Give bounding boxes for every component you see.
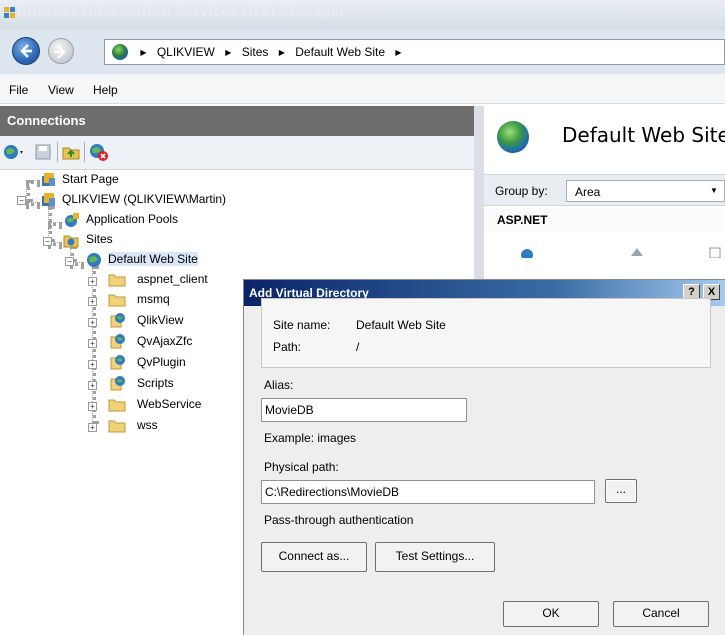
ok-button[interactable]: OK [503, 601, 599, 627]
section-label: ASP.NET [497, 213, 548, 227]
browse-button[interactable]: ... [605, 479, 637, 503]
tree-item-qvajaxzfc[interactable]: QvAjaxZfc [137, 334, 192, 348]
application-icon [110, 333, 126, 349]
page-title: Default Web Site [562, 123, 725, 147]
group-by-value: Area [575, 185, 601, 199]
menu-view[interactable]: View [48, 83, 74, 97]
save-icon[interactable] [34, 143, 52, 161]
tree-item-aspnet-client[interactable]: aspnet_client [137, 272, 208, 286]
tree-item-sites[interactable]: Sites [86, 232, 113, 246]
breadcrumb-arrow-icon[interactable]: ▶ [225, 48, 231, 57]
tree-connector [26, 180, 30, 202]
collapse-icon[interactable]: − [43, 237, 52, 246]
back-arrow-icon [20, 44, 32, 58]
path-label: Path: [273, 340, 302, 354]
auth-label: Pass-through authentication [264, 513, 414, 527]
folder-icon [108, 293, 126, 307]
tree-item-webservice[interactable]: WebService [137, 397, 201, 411]
start-page-icon [40, 172, 56, 188]
tree-item-scripts[interactable]: Scripts [137, 376, 174, 390]
collapse-icon[interactable]: − [65, 257, 74, 266]
breadcrumb-arrow-icon[interactable]: ▶ [279, 48, 285, 57]
tree-item-server[interactable]: QLIKVIEW (QLIKVIEW\Martin) [62, 192, 226, 206]
forward-button[interactable] [48, 38, 74, 64]
feature-icon[interactable] [520, 246, 534, 261]
physical-path-label: Physical path: [264, 460, 339, 474]
breadcrumb-arrow-icon[interactable]: ▶ [395, 48, 401, 57]
tree-item-qlikview[interactable]: QlikView [137, 313, 183, 327]
disconnect-icon[interactable] [89, 143, 108, 161]
site-name-label: Site name: [273, 318, 331, 332]
expand-icon[interactable]: + [88, 381, 97, 390]
title-bar: Internet Information Services (IIS) Mana… [0, 0, 725, 30]
tree-item-wss[interactable]: wss [137, 418, 158, 432]
back-button[interactable] [12, 37, 40, 65]
connections-header: Connections [0, 106, 474, 136]
application-icon [110, 375, 126, 391]
application-pools-icon [64, 212, 80, 228]
breadcrumb-arrow-icon[interactable]: ▶ [140, 48, 146, 57]
physical-path-input[interactable]: C:\Redirections\MovieDB [261, 480, 595, 504]
toolbar-separator [57, 142, 58, 162]
breadcrumb-server[interactable]: QLIKVIEW [157, 45, 215, 59]
globe-icon [86, 252, 102, 268]
sites-folder-icon [63, 232, 79, 248]
server-icon [40, 192, 56, 208]
tree-item-start-page[interactable]: Start Page [62, 172, 119, 186]
expand-icon[interactable]: + [88, 277, 97, 286]
expand-icon[interactable]: + [88, 423, 97, 432]
connect-globe-icon[interactable] [3, 143, 23, 161]
site-info-group [261, 298, 711, 368]
window-title: Internet Information Services (IIS) Mana… [16, 5, 346, 20]
globe-icon [112, 44, 128, 60]
application-icon [110, 312, 126, 328]
connect-as-button[interactable]: Connect as... [261, 542, 367, 572]
up-folder-icon[interactable] [62, 143, 80, 161]
collapse-icon[interactable]: − [17, 196, 26, 205]
globe-icon [497, 121, 529, 153]
application-icon [110, 354, 126, 370]
path-value: / [356, 340, 360, 354]
breadcrumb-site[interactable]: Default Web Site [295, 45, 385, 59]
forward-arrow-icon [54, 45, 66, 59]
folder-icon [108, 398, 126, 412]
alias-label: Alias: [264, 378, 294, 392]
alias-example: Example: images [264, 431, 357, 445]
test-settings-button[interactable]: Test Settings... [375, 542, 495, 572]
expand-icon[interactable]: + [88, 297, 97, 306]
dropdown-arrow-icon[interactable]: ▼ [710, 186, 718, 195]
breadcrumb-sites[interactable]: Sites [242, 45, 269, 59]
iis-app-icon [4, 7, 16, 21]
toolbar-separator [84, 142, 85, 162]
tree-item-msmq[interactable]: msmq [137, 292, 170, 306]
expand-icon[interactable]: + [88, 339, 97, 348]
connections-title: Connections [7, 113, 86, 128]
tree-item-application-pools[interactable]: Application Pools [86, 212, 178, 226]
expand-icon[interactable]: + [88, 402, 97, 411]
menu-file[interactable]: File [9, 83, 28, 97]
alias-input[interactable]: MovieDB [261, 398, 467, 422]
folder-icon [108, 419, 126, 433]
tree-item-qvplugin[interactable]: QvPlugin [137, 355, 186, 369]
breadcrumb: ▶ QLIKVIEW ▶ Sites ▶ Default Web Site ▶ [112, 44, 409, 60]
menu-help[interactable]: Help [93, 83, 118, 97]
site-name-value: Default Web Site [356, 318, 446, 332]
tree-item-default-web-site[interactable]: Default Web Site [108, 252, 198, 266]
expand-icon[interactable]: + [88, 318, 97, 327]
group-by-label: Group by: [495, 184, 548, 198]
expand-icon[interactable]: + [88, 360, 97, 369]
cancel-button[interactable]: Cancel [613, 601, 709, 627]
folder-icon [108, 273, 126, 287]
tree-connector [48, 222, 62, 226]
tree-connector [26, 202, 40, 206]
feature-icon[interactable] [630, 246, 644, 258]
feature-icon[interactable] [708, 246, 722, 259]
